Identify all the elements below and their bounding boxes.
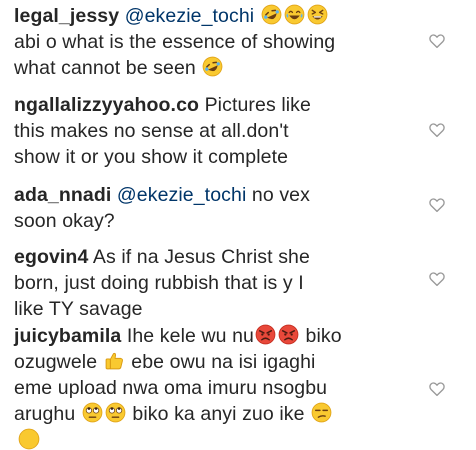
comment-line: egovin4 As if na Jesus Christ she <box>14 244 414 270</box>
rolling-eyes-emoji <box>82 402 103 423</box>
comment-line: ngallalizzyyahoo.co Pictures like <box>14 92 414 118</box>
comment-mention[interactable]: @ekezie_tochi <box>117 184 247 206</box>
comment-line: born, just doing rubbish that is y I <box>14 270 414 296</box>
comment-line: eme upload nwa oma imuru nsogbu <box>14 375 414 401</box>
like-heart-icon[interactable] <box>428 196 446 214</box>
rolling-eyes-emoji <box>105 402 126 423</box>
comment-text: ozugwele <box>14 351 98 373</box>
comment-mention[interactable]: @ekezie_tochi <box>125 5 255 27</box>
comment-username[interactable]: juicybamila <box>14 325 121 347</box>
rofl-emoji <box>261 4 282 25</box>
comment-text: ebe owu na isi igaghi <box>131 351 316 373</box>
like-heart-icon[interactable] <box>428 380 446 398</box>
comment-line: abi o what is the essence of showing <box>14 29 414 55</box>
like-heart-icon[interactable] <box>428 270 446 288</box>
comment-username[interactable]: egovin4 <box>14 246 88 268</box>
comment-text: no vex <box>251 184 310 206</box>
unamused-face-emoji <box>311 402 332 423</box>
pouting-face-emoji <box>255 324 276 345</box>
comment-line: juicybamila Ihe kele wu nu biko <box>14 323 414 349</box>
comment-text: eme upload nwa oma imuru nsogbu <box>14 377 328 399</box>
rofl-emoji <box>203 56 223 77</box>
comment-item: ngallalizzyyahoo.co Pictures like this m… <box>14 92 414 170</box>
comment-line: what cannot be seen <box>14 55 414 81</box>
comment-username[interactable]: legal_jessy <box>14 5 119 27</box>
comment-text: show it or you show it complete <box>14 146 289 168</box>
comment-item: juicybamila Ihe kele wu nu biko ozugwele… <box>14 323 414 427</box>
comment-text: biko <box>305 325 342 347</box>
comment-line: ada_nnadi @ekezie_tochi no vex <box>14 182 414 208</box>
comment-line: like TY savage <box>14 296 414 322</box>
comment-line: this makes no sense at all.don't <box>14 118 414 144</box>
tears-of-joy-emoji <box>284 4 305 25</box>
comment-line: arughu biko ka anyi zuo ike <box>14 401 414 427</box>
comment-line: legal_jessy @ekezie_tochi <box>14 3 414 29</box>
comment-text: Ihe kele wu nu <box>126 325 254 347</box>
comment-username[interactable]: ada_nnadi <box>14 184 111 206</box>
grinning-squinting-emoji <box>307 4 328 25</box>
comment-text: soon okay? <box>14 210 115 232</box>
comment-line: soon okay? <box>14 208 414 234</box>
comment-text: born, just doing rubbish that is y I <box>14 272 304 294</box>
comment-list: legal_jessy @ekezie_tochi abi o what is … <box>0 0 476 450</box>
comment-text: this makes no sense at all.don't <box>14 120 289 142</box>
comment-item: ada_nnadi @ekezie_tochi no vex soon okay… <box>14 182 414 234</box>
comment-line: show it or you show it complete <box>14 144 414 170</box>
comment-text: abi o what is the essence of showing <box>14 31 336 53</box>
pouting-face-emoji <box>278 324 299 345</box>
comment-text: like TY savage <box>14 298 143 320</box>
comment-text: As if na Jesus Christ she <box>92 246 310 268</box>
emoji-icon <box>18 428 40 450</box>
comment-text: biko ka anyi zuo ike <box>132 403 305 425</box>
comment-text: arughu <box>14 403 76 425</box>
like-heart-icon[interactable] <box>428 121 446 139</box>
comment-item: legal_jessy @ekezie_tochi abi o what is … <box>14 3 414 81</box>
comment-text: Pictures like <box>204 94 311 116</box>
thumbs-up-emoji <box>105 352 123 370</box>
like-heart-icon[interactable] <box>428 32 446 50</box>
comment-line: ozugwele ebe owu na isi igaghi <box>14 349 414 375</box>
comment-item: egovin4 As if na Jesus Christ she born, … <box>14 244 414 322</box>
comment-username[interactable]: ngallalizzyyahoo.co <box>14 94 199 116</box>
comment-text: what cannot be seen <box>14 57 196 79</box>
